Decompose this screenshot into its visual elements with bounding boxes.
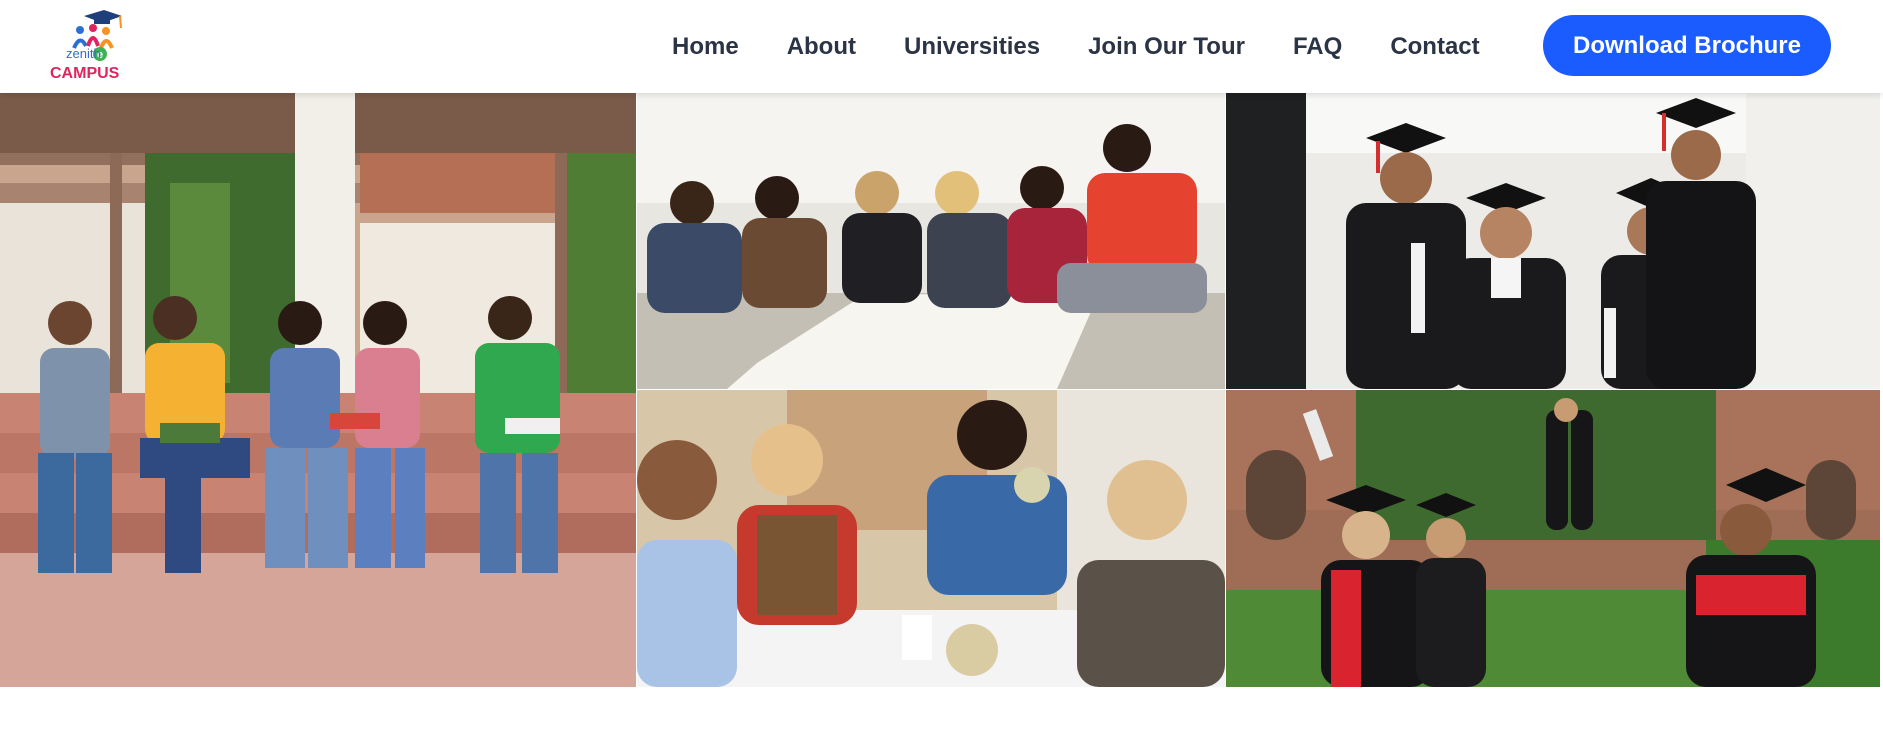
nav-faq[interactable]: FAQ bbox=[1293, 33, 1342, 61]
graduates-high-five-photo bbox=[1226, 390, 1880, 687]
download-brochure-button[interactable]: Download Brochure bbox=[1543, 15, 1831, 76]
logo-text-bottom: CAMPUS bbox=[50, 65, 120, 82]
students-on-steps-photo bbox=[0, 93, 636, 687]
hero-photo-gallery bbox=[0, 93, 1880, 687]
nav-join-our-tour[interactable]: Join Our Tour bbox=[1088, 33, 1245, 61]
zenith-campus-logo[interactable]: e zenith CAMPUS bbox=[46, 8, 136, 84]
nav-contact[interactable]: Contact bbox=[1390, 33, 1479, 61]
main-nav: Home About Universities Join Our Tour FA… bbox=[672, 0, 1480, 93]
nav-universities[interactable]: Universities bbox=[904, 33, 1040, 61]
logo-text-top: zenith bbox=[66, 46, 101, 61]
group-study-floor-photo bbox=[637, 93, 1225, 389]
students-lunch-photo bbox=[637, 390, 1225, 687]
logo-graphic: e zenith CAMPUS bbox=[50, 10, 122, 82]
nav-about[interactable]: About bbox=[787, 33, 856, 61]
graduates-corridor-photo bbox=[1226, 93, 1880, 389]
site-header: e zenith CAMPUS Home About Universities … bbox=[0, 0, 1883, 93]
nav-home[interactable]: Home bbox=[672, 33, 739, 61]
